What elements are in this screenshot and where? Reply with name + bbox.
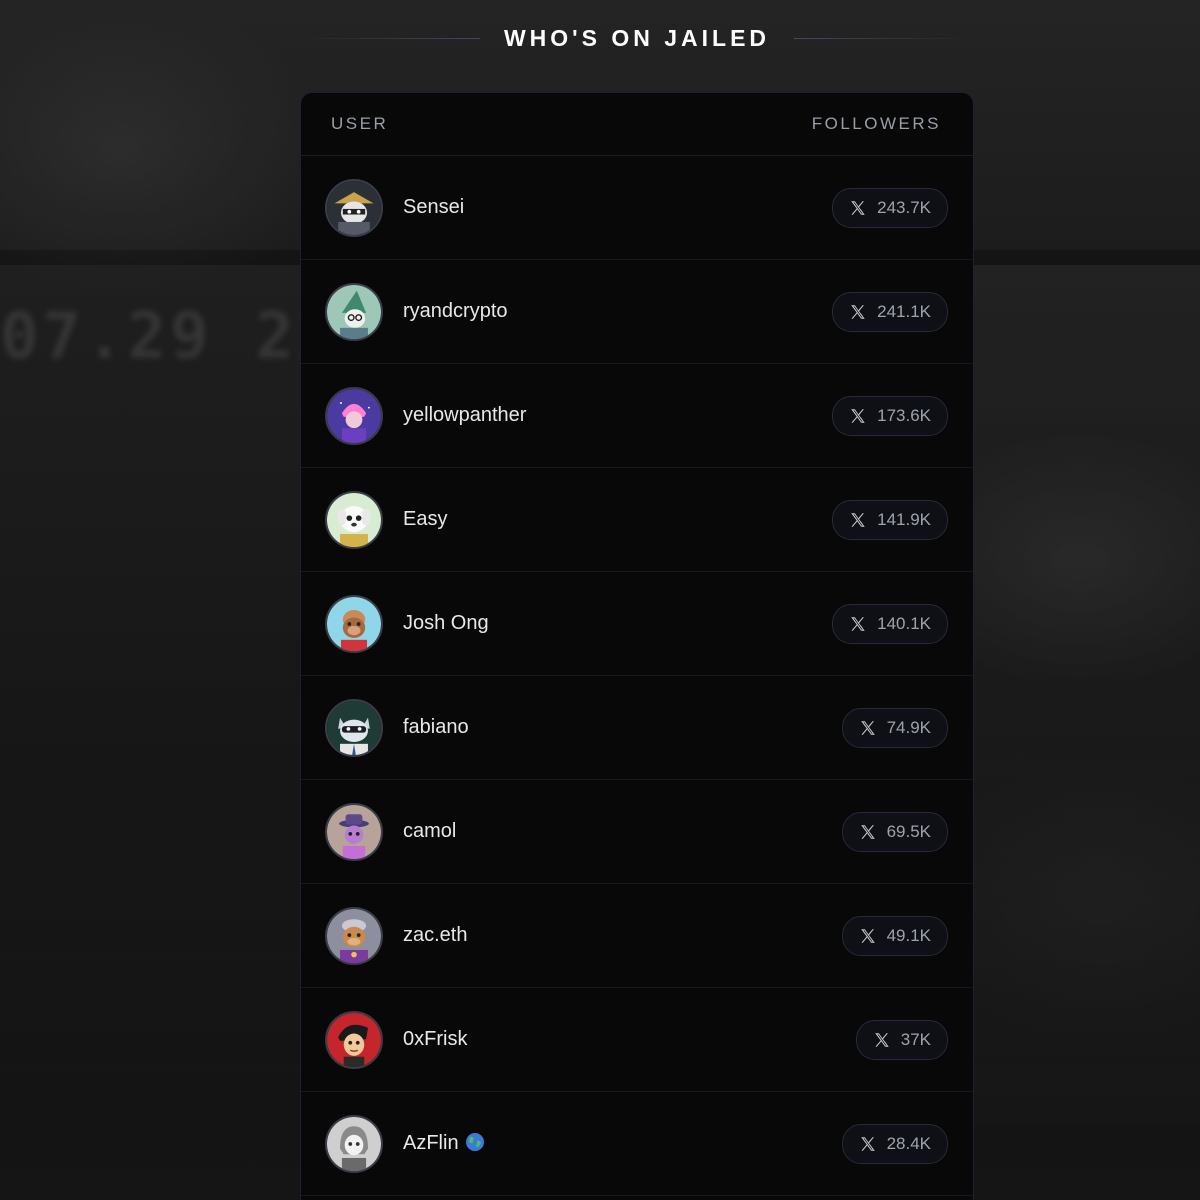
background-right-panel <box>974 265 1200 1125</box>
follower-count: 243.7K <box>877 197 931 217</box>
header-divider-right <box>794 38 974 39</box>
x-logo-icon <box>851 200 865 215</box>
x-logo-icon <box>860 824 875 839</box>
x-logo-icon <box>860 1136 875 1151</box>
user-name[interactable]: fabiano <box>403 716 469 739</box>
pink-hair-avatar <box>325 386 383 445</box>
user-cell: Easy <box>325 490 447 549</box>
follower-count: 37K <box>900 1029 931 1049</box>
cartoon-boy-avatar <box>325 1010 383 1069</box>
background: 07.29 22:1 ENDS re01 WHO'S ON JAILED USE… <box>0 0 1200 1200</box>
followers-badge[interactable]: 173.6K <box>832 395 948 436</box>
followers-badge[interactable]: 37K <box>855 1019 948 1060</box>
table-header: USER FOLLOWERS <box>301 93 973 156</box>
table-row[interactable]: yellowpanther 173.6K <box>301 364 973 468</box>
table-row[interactable]: camol 69.5K <box>301 780 973 884</box>
user-name[interactable]: 0xFrisk <box>403 1028 467 1051</box>
wizard-avatar <box>325 282 383 341</box>
ape-avatar <box>325 594 383 653</box>
follower-count: 241.1K <box>877 301 931 321</box>
follower-count: 140.1K <box>877 613 931 633</box>
header-divider-left <box>300 38 480 39</box>
followers-badge[interactable]: 69.5K <box>841 811 948 852</box>
followers-badge[interactable]: 49.1K <box>841 915 948 956</box>
x-logo-icon <box>851 304 865 319</box>
followers-badge[interactable]: 74.9K <box>841 707 948 748</box>
user-name[interactable]: camol <box>403 820 456 843</box>
follower-count: 28.4K <box>886 1133 931 1153</box>
followers-badge[interactable]: 241.1K <box>832 291 948 332</box>
user-name[interactable]: Easy <box>403 508 447 531</box>
user-name[interactable]: ryandcrypto <box>403 300 508 323</box>
user-name-text: AzFlin <box>403 1132 459 1154</box>
white-dog-avatar <box>325 490 383 549</box>
follower-count: 173.6K <box>877 405 931 425</box>
user-cell: Sensei <box>325 178 464 237</box>
raccoon-avatar <box>325 698 383 757</box>
column-header-user: USER <box>331 114 389 133</box>
table-row[interactable]: Sensei 243.7K <box>301 156 973 260</box>
user-cell: Josh Ong <box>325 594 489 653</box>
user-name[interactable]: AzFlin <box>403 1132 485 1155</box>
followers-badge[interactable]: 243.7K <box>832 187 948 228</box>
follower-count: 69.5K <box>886 821 931 841</box>
table-row[interactable]: Easy 141.9K <box>301 468 973 572</box>
follower-count: 49.1K <box>886 925 931 945</box>
section-header: WHO'S ON JAILED <box>300 18 974 58</box>
purple-monkey-avatar <box>325 906 383 965</box>
x-logo-icon <box>851 408 865 423</box>
table-row[interactable]: Josh Ong 140.1K <box>301 572 973 676</box>
user-name[interactable]: zac.eth <box>403 924 467 947</box>
table-row[interactable]: zac.eth 49.1K <box>301 884 973 988</box>
table-row[interactable]: ryandcrypto 241.1K <box>301 260 973 364</box>
user-cell: 0xFrisk <box>325 1010 467 1069</box>
user-name[interactable]: yellowpanther <box>403 404 526 427</box>
follower-count: 141.9K <box>877 509 931 529</box>
user-name[interactable]: Sensei <box>403 196 464 219</box>
follower-count: 74.9K <box>886 717 931 737</box>
background-left-panel <box>0 265 300 1125</box>
globe-icon <box>465 1133 484 1151</box>
x-logo-icon <box>860 928 875 943</box>
table-row[interactable]: fabiano 74.9K <box>301 676 973 780</box>
user-name[interactable]: Josh Ong <box>403 612 489 635</box>
x-logo-icon <box>875 1032 889 1047</box>
user-cell: yellowpanther <box>325 386 526 445</box>
user-cell: fabiano <box>325 698 469 757</box>
table-row[interactable]: AzFlin 28.4K <box>301 1092 973 1196</box>
user-cell: zac.eth <box>325 906 467 965</box>
column-header-followers: FOLLOWERS <box>811 114 941 133</box>
ninja-cat-avatar <box>325 178 383 237</box>
users-table: USER FOLLOWERS Sensei 243.7K ryandcrypto… <box>300 92 974 1200</box>
followers-badge[interactable]: 140.1K <box>832 603 948 644</box>
user-cell: ryandcrypto <box>325 282 508 341</box>
page-title: WHO'S ON JAILED <box>503 24 771 51</box>
user-cell: camol <box>325 802 456 861</box>
x-logo-icon <box>851 616 865 631</box>
sketch-girl-avatar <box>325 1114 383 1173</box>
user-cell: AzFlin <box>325 1114 485 1173</box>
table-row[interactable]: 0xFrisk 37K <box>301 988 973 1092</box>
x-logo-icon <box>851 512 865 527</box>
x-logo-icon <box>860 720 875 735</box>
followers-badge[interactable]: 28.4K <box>841 1123 948 1164</box>
followers-badge[interactable]: 141.9K <box>832 499 948 540</box>
purple-hat-avatar <box>325 802 383 861</box>
